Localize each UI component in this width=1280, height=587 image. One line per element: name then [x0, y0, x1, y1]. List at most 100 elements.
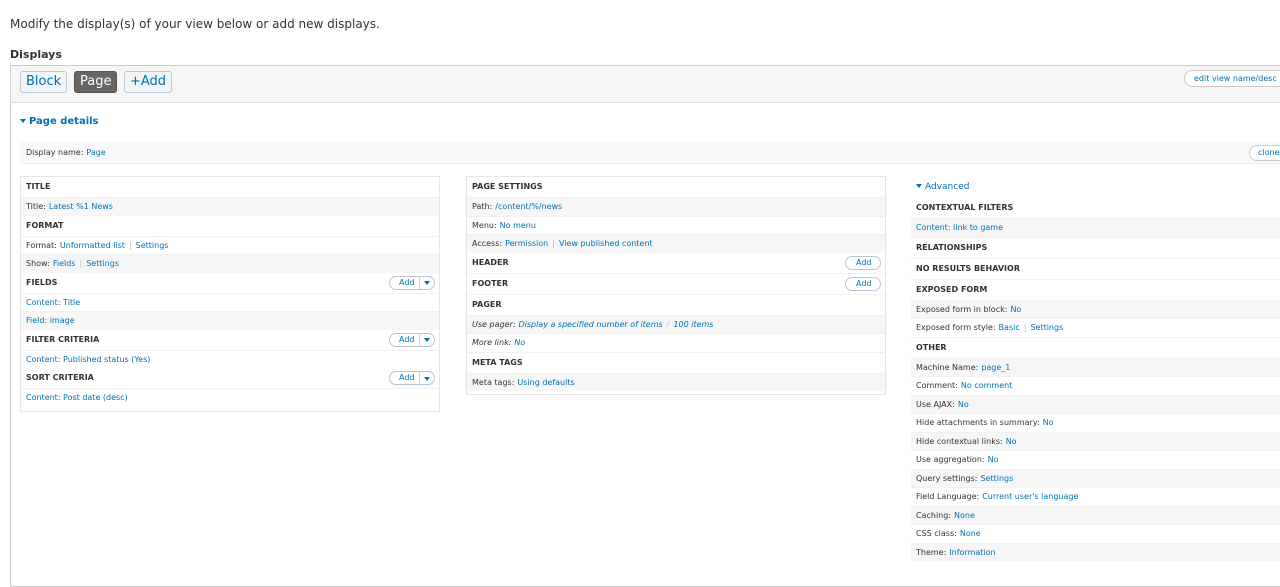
other-setting-label: Use aggregation:	[916, 455, 985, 464]
advanced-label: Advanced	[925, 182, 970, 192]
exposed-form-heading: EXPOSED FORM	[911, 278, 1280, 300]
filter-published-link[interactable]: Content: Published status (Yes)	[26, 355, 150, 364]
caret-down-icon	[916, 184, 922, 188]
footer-heading-text: FOOTER	[472, 278, 509, 288]
column-second: PAGE SETTINGS Path:/content/%/news Menu:…	[466, 176, 886, 395]
other-setting-link[interactable]: No	[1043, 418, 1054, 427]
page-details-toggle[interactable]: Page details	[20, 116, 99, 127]
show-row: Show: Fields | Settings	[21, 254, 439, 273]
other-setting-link[interactable]: None	[960, 529, 981, 538]
other-setting-link[interactable]: No comment	[961, 381, 1012, 390]
other-setting-label: Machine Name:	[916, 362, 979, 372]
filter-section-heading: FILTER CRITERIA Add	[21, 329, 439, 350]
other-setting-label: Hide attachments in summary:	[916, 418, 1040, 427]
meta-tags-link[interactable]: Using defaults	[517, 378, 574, 387]
other-setting-link[interactable]: page_1	[981, 363, 1010, 372]
title-label: Title:	[26, 202, 46, 211]
header-add-button[interactable]: Add	[845, 255, 881, 270]
relationships-heading: RELATIONSHIPS	[911, 236, 1280, 258]
sort-postdate-link[interactable]: Content: Post date (desc)	[26, 393, 128, 402]
access-link[interactable]: Permission	[505, 239, 548, 248]
other-setting-row: Theme: Information	[911, 542, 1280, 561]
access-label: Access:	[472, 239, 503, 248]
access-row: Access: Permission | View published content	[467, 234, 885, 253]
meta-tags-row: Meta tags: Using defaults	[467, 372, 885, 391]
more-link-label: More link:	[472, 338, 512, 347]
other-setting-row: Query settings: Settings	[911, 468, 1280, 487]
chevron-down-icon	[424, 338, 430, 342]
more-link-link[interactable]: No	[514, 338, 525, 347]
other-setting-row: Hide attachments in summary: No	[911, 413, 1280, 432]
list-item: Content: Title	[21, 292, 439, 312]
fields-add-button[interactable]: Add	[389, 275, 435, 290]
advanced-toggle[interactable]: Advanced	[911, 176, 1280, 198]
display-tabs: Block Page +Add edit view name/desc	[11, 66, 1280, 103]
display-name-row: Display name: Page clone	[20, 142, 1280, 164]
column-third: Advanced CONTEXTUAL FILTERS Content: lin…	[911, 176, 1280, 561]
use-pager-row: Use pager: Display a specified number of …	[467, 314, 885, 333]
format-link[interactable]: Unformatted list	[60, 241, 125, 250]
exposed-style-link[interactable]: Basic	[999, 323, 1020, 332]
more-link-row: More link: No	[467, 333, 885, 352]
exposed-style-label: Exposed form style:	[916, 323, 996, 332]
field-title-link[interactable]: Content: Title	[26, 298, 80, 307]
tab-block[interactable]: Block	[20, 71, 68, 93]
other-setting-link[interactable]: Current user's language	[982, 492, 1078, 501]
access-settings-link[interactable]: View published content	[559, 239, 653, 248]
title-link[interactable]: Latest %1 News	[49, 202, 113, 211]
other-setting-row: Caching: None	[911, 505, 1280, 524]
other-setting-row: Comment: No comment	[911, 376, 1280, 395]
other-setting-row: Use AJAX: No	[911, 394, 1280, 413]
pager-items-link[interactable]: 100 items	[673, 320, 713, 329]
contextual-filters-heading: CONTEXTUAL FILTERS	[911, 198, 1280, 218]
other-setting-label: Query settings:	[916, 473, 978, 483]
other-setting-row: CSS class: None	[911, 524, 1280, 543]
sort-add-button[interactable]: Add	[389, 371, 435, 385]
other-setting-link[interactable]: No	[1006, 437, 1017, 446]
display-name-link[interactable]: Page	[86, 148, 105, 157]
list-item: Content: Post date (desc)	[21, 388, 439, 407]
show-label: Show:	[26, 259, 50, 268]
menu-link[interactable]: No menu	[500, 221, 536, 230]
header-heading-text: HEADER	[472, 257, 509, 267]
list-item: Content: link to game	[911, 218, 1280, 237]
show-link[interactable]: Fields	[53, 259, 76, 268]
path-link[interactable]: /content/%/news	[495, 202, 562, 211]
other-setting-link[interactable]: None	[954, 511, 975, 520]
use-pager-label: Use pager:	[472, 319, 516, 329]
column-first: TITLE Title: Latest %1 News FORMAT Format…	[20, 176, 440, 412]
exposed-style-settings-link[interactable]: Settings	[1030, 323, 1063, 332]
filter-add-button[interactable]: Add	[389, 332, 435, 347]
chevron-down-icon	[424, 281, 430, 285]
sort-section-heading: SORT CRITERIA Add	[21, 368, 439, 388]
footer-add-button[interactable]: Add	[845, 276, 881, 291]
format-label: Format:	[26, 240, 57, 250]
other-setting-label: Theme:	[916, 547, 947, 557]
other-setting-label: Hide contextual links:	[916, 436, 1003, 446]
other-setting-row: Hide contextual links: No	[911, 431, 1280, 450]
pager-section-heading: PAGER	[467, 293, 885, 315]
display-name-label: Display name:	[26, 148, 84, 157]
show-settings-link[interactable]: Settings	[86, 259, 119, 268]
other-setting-link[interactable]: Settings	[980, 474, 1013, 483]
page-settings-heading: PAGE SETTINGS	[467, 177, 885, 197]
other-setting-link[interactable]: No	[958, 400, 969, 409]
contextual-filter-link[interactable]: Content: link to game	[916, 223, 1003, 232]
use-pager-link[interactable]: Display a specified number of items	[518, 320, 662, 329]
tab-page[interactable]: Page	[74, 71, 118, 93]
other-setting-link[interactable]: Information	[949, 548, 995, 557]
clone-button[interactable]: clone	[1249, 145, 1280, 161]
list-item: Field: image	[21, 311, 439, 330]
format-settings-link[interactable]: Settings	[136, 241, 169, 250]
menu-row: Menu: No menu	[467, 215, 885, 235]
field-image-link[interactable]: Field: image	[26, 316, 75, 325]
other-setting-row: Use aggregation: No	[911, 450, 1280, 469]
edit-view-name-button[interactable]: edit view name/desc	[1184, 70, 1280, 87]
footer-section-heading: FOOTER Add	[467, 272, 885, 294]
caret-down-icon	[20, 119, 26, 123]
other-setting-link[interactable]: No	[988, 455, 999, 464]
exposed-block-row: Exposed form in block: No	[911, 299, 1280, 318]
add-display-button[interactable]: +Add	[124, 71, 173, 93]
exposed-block-link[interactable]: No	[1010, 305, 1021, 314]
sort-heading-text: SORT CRITERIA	[26, 373, 94, 382]
